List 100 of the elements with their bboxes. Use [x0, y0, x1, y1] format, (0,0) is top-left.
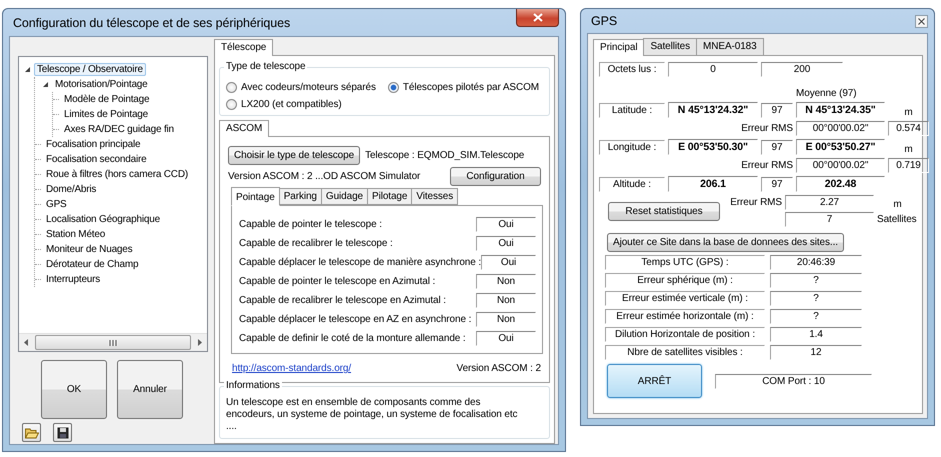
horizontal-scrollbar[interactable] [19, 333, 207, 351]
value-field: 206.1 [668, 176, 758, 192]
version-text: Version ASCOM : 2 [456, 363, 541, 374]
unit-label: Satellites [877, 214, 918, 225]
value-field: 12 [770, 345, 862, 360]
radio-label[interactable]: Avec codeurs/moteurs séparés [241, 82, 376, 93]
column-heading: Moyenne (97) [796, 87, 858, 99]
tab[interactable]: Vitesses [411, 188, 458, 205]
tree-item[interactable]: GPS [43, 198, 70, 211]
tree-item[interactable]: Telescope / Observatoire [34, 63, 146, 76]
value-field: ? [770, 273, 862, 288]
reset-statistics-button[interactable]: Reset statistiques [608, 202, 720, 220]
radio-button[interactable] [226, 82, 237, 93]
window-title: GPS [590, 14, 618, 28]
field-label: Erreur estimée verticale (m) : [605, 291, 765, 306]
field-label: Erreur RMS [740, 123, 793, 134]
tree-item[interactable]: Focalisation secondaire [43, 153, 150, 166]
cancel-button[interactable]: Annuler [117, 360, 183, 419]
window-title: Configuration du télescope et de ses périphériques [12, 16, 290, 30]
field-label: Erreur RMS [740, 160, 793, 171]
tab[interactable]: Satellites [643, 38, 698, 55]
expander-icon[interactable] [24, 66, 31, 73]
tree-item[interactable]: Interrupteurs [43, 273, 104, 286]
tree-item[interactable]: Modèle de Pointage [61, 93, 152, 106]
group-title: Type de telescope [224, 61, 308, 72]
tab[interactable]: ASCOM [219, 120, 270, 137]
tree-item[interactable]: Moniteur de Nuages [43, 243, 136, 256]
value-field: Non [476, 312, 536, 326]
radio-label[interactable]: Télescopes pilotés par ASCOM [402, 82, 540, 93]
value-field: 2.27 [785, 195, 874, 210]
capability-label: Capable déplacer le telescope en AZ en asynchrone : [239, 314, 472, 324]
capability-label: Capable de recalibrer le telescope en Azimutal : [239, 294, 446, 306]
value-field: Oui [476, 330, 536, 346]
close-button[interactable] [915, 14, 928, 28]
field-label: Altitude : [599, 176, 665, 192]
value-field: Oui [476, 236, 536, 250]
scrollbar-thumb[interactable] [35, 335, 191, 350]
tree-item[interactable]: Focalisation principale [43, 138, 144, 151]
save-button[interactable] [53, 423, 72, 442]
tab[interactable]: Guidage [320, 188, 368, 205]
information-text: Un telescope est en ensemble de composants comme des encodeurs, un systeme de pointage, un systeme de focalisation etc .... [226, 397, 518, 433]
value-field: Oui [476, 216, 536, 232]
value-field: Oui [481, 254, 536, 270]
com-port-field: COM Port : 10 [715, 374, 872, 388]
value-field: Non [476, 274, 536, 288]
tab[interactable]: Télescope [214, 39, 274, 56]
capability-label: Capable de pointer le telescope en Azimutal : [239, 276, 436, 286]
capability-label: Capable de recalibrer le telescope : [239, 238, 393, 248]
tree-item[interactable]: Limites de Pointage [61, 108, 152, 121]
value-field: 1.4 [770, 327, 862, 342]
open-button[interactable] [22, 423, 41, 442]
telescope-name: Telescope : EQMOD_SIM.Telescope [365, 150, 524, 161]
value-field: N 45°13'24.32" [668, 102, 758, 118]
tab[interactable]: Pointage [231, 187, 280, 206]
tab[interactable]: MNEA-0183 [696, 38, 764, 55]
tree-item[interactable]: Dérotateur de Champ [43, 258, 142, 271]
expander-icon[interactable] [42, 81, 49, 88]
scroll-right-icon[interactable] [197, 339, 202, 346]
scroll-left-icon[interactable] [24, 339, 29, 346]
close-icon [918, 18, 925, 24]
value-field: 0.574 [888, 121, 929, 136]
group-title: Informations [224, 380, 282, 391]
value-field: ? [770, 309, 862, 324]
value-field: 202.48 [796, 176, 885, 192]
field-label: Octets lus : [599, 62, 665, 77]
value-field: 97 [761, 102, 793, 118]
choose-telescope-button[interactable]: Choisir le type de telescope [228, 146, 360, 165]
value-field: 0.719 [888, 158, 929, 173]
radio-button[interactable] [388, 82, 399, 93]
tab[interactable]: Principal [593, 39, 644, 56]
tree-item[interactable]: Localisation Géographique [43, 213, 163, 226]
field-label: Erreur estimée horizontale (m) : [605, 309, 765, 324]
field-label: Longitude : [599, 140, 665, 154]
ok-button[interactable]: OK [41, 360, 107, 419]
tree-item[interactable]: Station Méteo [43, 228, 108, 241]
value-field: E 00°53'50.27" [796, 139, 885, 155]
stop-button[interactable]: ARRÊT [607, 364, 702, 398]
tree-item[interactable]: Axes RA/DEC guidage fin [61, 123, 177, 136]
field-label: Dilution Horizontale de position : [605, 327, 765, 342]
value-field: 0 [668, 62, 758, 77]
radio-button[interactable] [226, 99, 237, 110]
value-field: 97 [761, 176, 793, 192]
ascom-link[interactable]: http://ascom-standards.org/ [232, 363, 352, 374]
configuration-button[interactable]: Configuration [450, 167, 541, 186]
tree-item[interactable]: Roue à filtres (hors camera CCD) [43, 168, 191, 181]
radio-label[interactable]: LX200 (et compatibles) [241, 99, 342, 110]
tree-item[interactable]: Dome/Abris [43, 183, 100, 196]
field-label: Temps UTC (GPS) : [605, 255, 765, 270]
value-field: 00°00'00.02" [796, 121, 885, 136]
value-field: ? [770, 291, 862, 306]
value-field: N 45°13'24.35" [796, 102, 885, 118]
field-label: Erreur RMS [730, 197, 782, 208]
tree-item[interactable]: Motorisation/Pointage [52, 78, 151, 91]
close-button[interactable] [516, 9, 559, 27]
value-field: 00°00'00.02" [796, 158, 885, 173]
capability-label: Capable de pointer le telescope : [239, 218, 382, 230]
tab[interactable]: Parking [278, 188, 322, 205]
capability-label: Capable de definir le coté de la monture allemande : [239, 332, 466, 344]
add-site-button[interactable]: Ajouter ce Site dans la base de donnees des sites... [607, 233, 844, 252]
tab[interactable]: Pilotage [367, 188, 412, 205]
